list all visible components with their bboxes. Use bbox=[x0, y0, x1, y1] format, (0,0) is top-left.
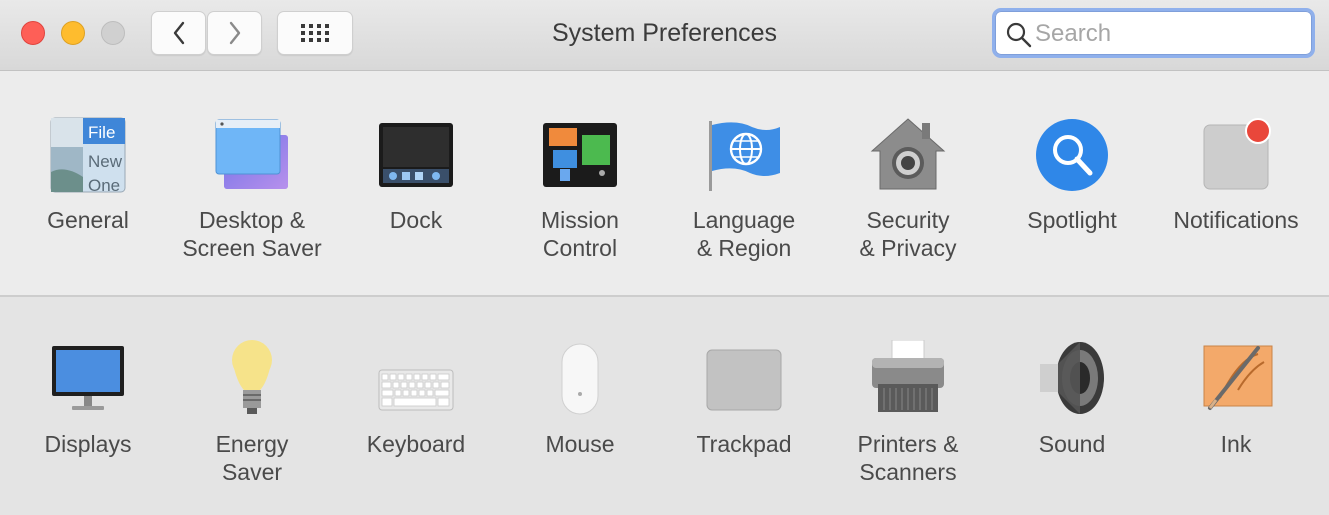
search-icon bbox=[1006, 22, 1032, 48]
mouse-icon bbox=[561, 343, 599, 415]
pane-label: Trackpad bbox=[696, 431, 792, 457]
printers-scanners-icon bbox=[872, 340, 944, 412]
pane-general[interactable]: File New One General bbox=[6, 71, 170, 295]
general-icon: File New One bbox=[50, 117, 126, 193]
title-bar: System Preferences bbox=[0, 0, 1329, 71]
language-region-icon bbox=[709, 121, 780, 191]
pane-label: Printers & Scanners bbox=[857, 431, 959, 485]
preferences-row-hardware: Displays Energy Saver Keyboard Mouse Tra… bbox=[0, 297, 1329, 515]
pane-label: Notifications bbox=[1173, 207, 1299, 233]
energy-saver-icon bbox=[232, 340, 272, 414]
dock-icon bbox=[379, 123, 453, 187]
preferences-row-personal: File New One General Desktop & Screen Sa… bbox=[0, 71, 1329, 297]
pane-label: Dock bbox=[389, 207, 443, 233]
pane-label: Sound bbox=[1038, 431, 1106, 457]
pane-printers-scanners[interactable]: Printers & Scanners bbox=[826, 297, 990, 515]
pane-label: Mission Control bbox=[541, 207, 619, 261]
pane-label: Mouse bbox=[545, 431, 615, 457]
pane-keyboard[interactable]: Keyboard bbox=[334, 297, 498, 515]
pane-label: Keyboard bbox=[366, 431, 466, 457]
pane-sound[interactable]: Sound bbox=[990, 297, 1154, 515]
displays-icon bbox=[52, 346, 124, 410]
general-icon-file-text: File bbox=[88, 123, 115, 142]
trackpad-icon bbox=[706, 349, 782, 411]
pane-label: Language & Region bbox=[692, 207, 796, 261]
general-icon-new-text: New bbox=[88, 152, 123, 171]
pane-language-region[interactable]: Language & Region bbox=[662, 71, 826, 295]
pane-label: Security & Privacy bbox=[859, 207, 957, 261]
pane-label: Energy Saver bbox=[215, 431, 289, 485]
pane-label: General bbox=[47, 207, 129, 233]
security-privacy-icon bbox=[870, 118, 946, 190]
pane-spotlight[interactable]: Spotlight bbox=[990, 71, 1154, 295]
ink-icon bbox=[1203, 345, 1273, 410]
pane-trackpad[interactable]: Trackpad bbox=[662, 297, 826, 515]
pane-dock[interactable]: Dock bbox=[334, 71, 498, 295]
notifications-icon bbox=[1203, 118, 1271, 190]
search-field[interactable] bbox=[992, 8, 1315, 58]
pane-label: Ink bbox=[1220, 431, 1252, 457]
pane-desktop-screen-saver[interactable]: Desktop & Screen Saver bbox=[170, 71, 334, 295]
pane-displays[interactable]: Displays bbox=[6, 297, 170, 515]
search-input[interactable] bbox=[1033, 19, 1297, 49]
pane-mouse[interactable]: Mouse bbox=[498, 297, 662, 515]
desktop-screensaver-icon bbox=[215, 119, 288, 189]
pane-energy-saver[interactable]: Energy Saver bbox=[170, 297, 334, 515]
pane-ink[interactable]: Ink bbox=[1154, 297, 1318, 515]
spotlight-icon bbox=[1036, 119, 1108, 191]
keyboard-icon bbox=[378, 369, 454, 411]
pane-mission-control[interactable]: Mission Control bbox=[498, 71, 662, 295]
sound-icon bbox=[1040, 342, 1104, 414]
mission-control-icon bbox=[543, 123, 617, 187]
pane-security-privacy[interactable]: Security & Privacy bbox=[826, 71, 990, 295]
pane-label: Spotlight bbox=[1027, 207, 1117, 233]
pane-label: Desktop & Screen Saver bbox=[182, 207, 322, 261]
pane-notifications[interactable]: Notifications bbox=[1154, 71, 1318, 295]
general-icon-one-text: One bbox=[88, 176, 120, 193]
pane-label: Displays bbox=[44, 431, 132, 457]
